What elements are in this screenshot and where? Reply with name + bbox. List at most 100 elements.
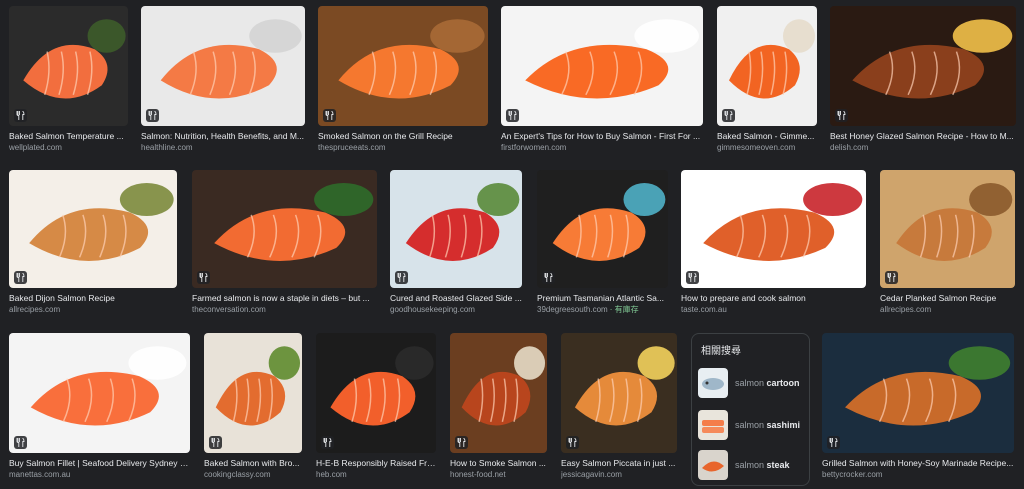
result-source[interactable]: allrecipes.com xyxy=(880,304,1015,315)
result-thumbnail[interactable] xyxy=(204,333,302,453)
result-source[interactable]: firstforwomen.com xyxy=(501,142,703,153)
result-source-domain: thespruceeats.com xyxy=(318,143,386,152)
image-result-card[interactable]: Salmon: Nutrition, Health Benefits, and … xyxy=(141,6,305,153)
salmon-photo xyxy=(537,170,668,288)
result-title[interactable]: Baked Salmon - Gimme... xyxy=(717,131,817,142)
salmon-photo xyxy=(822,333,1014,453)
recipe-icon xyxy=(542,271,555,284)
result-source[interactable]: gimmesomeoven.com xyxy=(717,142,817,153)
result-title[interactable]: Best Honey Glazed Salmon Recipe - How to… xyxy=(830,131,1016,142)
image-result-card[interactable]: Baked Salmon with Bro... cookingclassy.co… xyxy=(204,333,302,480)
result-thumbnail[interactable] xyxy=(390,170,522,288)
result-title[interactable]: Salmon: Nutrition, Health Benefits, and … xyxy=(141,131,305,142)
result-title[interactable]: Buy Salmon Fillet | Seafood Delivery Syd… xyxy=(9,458,190,469)
image-result-card[interactable]: Easy Salmon Piccata in just ... jessicaga… xyxy=(561,333,677,480)
result-thumbnail[interactable] xyxy=(537,170,668,288)
result-source[interactable]: goodhousekeeping.com xyxy=(390,304,522,315)
result-title[interactable]: Cured and Roasted Glazed Side ... xyxy=(390,293,522,304)
result-source[interactable]: healthline.com xyxy=(141,142,305,153)
result-title[interactable]: Grilled Salmon with Honey-Soy Marinade R… xyxy=(822,458,1014,469)
result-title[interactable]: Farmed salmon is now a staple in diets –… xyxy=(192,293,377,304)
image-result-card[interactable]: Smoked Salmon on the Grill Recipe thespru… xyxy=(318,6,488,153)
result-thumbnail[interactable] xyxy=(9,6,128,126)
result-source[interactable]: manettas.com.au xyxy=(9,469,190,480)
related-search-item-steak[interactable]: salmon steak xyxy=(698,450,804,480)
result-source[interactable]: honest-food.net xyxy=(450,469,547,480)
image-result-card[interactable]: Best Honey Glazed Salmon Recipe - How to… xyxy=(830,6,1016,153)
result-title[interactable]: Smoked Salmon on the Grill Recipe xyxy=(318,131,488,142)
result-source-domain: heb.com xyxy=(316,470,347,479)
result-source[interactable]: 39degreesouth.com · 有庫存 xyxy=(537,304,668,315)
image-result-card[interactable]: Baked Salmon - Gimme... gimmesomeoven.com xyxy=(717,6,817,153)
result-title[interactable]: How to prepare and cook salmon xyxy=(681,293,866,304)
result-source[interactable]: thespruceeats.com xyxy=(318,142,488,153)
result-source[interactable]: wellplated.com xyxy=(9,142,128,153)
recipe-icon xyxy=(835,109,848,122)
image-result-card[interactable]: Cedar Planked Salmon Recipe allrecipes.co… xyxy=(880,170,1015,315)
recipe-icon xyxy=(14,436,27,449)
result-thumbnail[interactable] xyxy=(318,6,488,126)
image-result-card[interactable]: Buy Salmon Fillet | Seafood Delivery Syd… xyxy=(9,333,190,480)
result-title[interactable]: Easy Salmon Piccata in just ... xyxy=(561,458,677,469)
recipe-icon xyxy=(146,109,159,122)
result-title[interactable]: Baked Salmon with Bro... xyxy=(204,458,302,469)
salmon-photo xyxy=(681,170,866,288)
related-searches-panel: 相關搜尋 salmon cartoon salmon sashimi salmo… xyxy=(691,333,810,486)
related-thumb xyxy=(698,410,728,440)
result-thumbnail[interactable] xyxy=(717,6,817,126)
result-title[interactable]: Premium Tasmanian Atlantic Sa... xyxy=(537,293,668,304)
result-source[interactable]: delish.com xyxy=(830,142,1016,153)
salmon-photo xyxy=(717,6,817,126)
image-result-card[interactable]: Grilled Salmon with Honey-Soy Marinade R… xyxy=(822,333,1014,480)
image-result-card[interactable]: How to Smoke Salmon ... honest-food.net xyxy=(450,333,547,480)
salmon-photo xyxy=(316,333,436,453)
result-thumbnail[interactable] xyxy=(192,170,377,288)
image-result-card[interactable]: An Expert's Tips for How to Buy Salmon -… xyxy=(501,6,703,153)
result-thumbnail[interactable] xyxy=(9,333,190,453)
result-source-domain: allrecipes.com xyxy=(9,305,61,314)
image-result-card[interactable]: How to prepare and cook salmon taste.com.… xyxy=(681,170,866,315)
related-prefix: salmon xyxy=(735,378,765,388)
result-source-domain: cookingclassy.com xyxy=(204,470,271,479)
result-source-domain: taste.com.au xyxy=(681,305,727,314)
related-search-item-cartoon[interactable]: salmon cartoon xyxy=(698,368,804,398)
related-searches-title: 相關搜尋 xyxy=(701,346,741,357)
result-source-domain: bettycrocker.com xyxy=(822,470,883,479)
result-thumbnail[interactable] xyxy=(9,170,177,288)
result-thumbnail[interactable] xyxy=(822,333,1014,453)
result-source-domain: healthline.com xyxy=(141,143,193,152)
result-source[interactable]: jessicagavin.com xyxy=(561,469,677,480)
result-thumbnail[interactable] xyxy=(681,170,866,288)
result-title[interactable]: Baked Dijon Salmon Recipe xyxy=(9,293,177,304)
result-thumbnail[interactable] xyxy=(561,333,677,453)
related-search-item-sashimi[interactable]: salmon sashimi xyxy=(698,410,804,440)
result-source[interactable]: taste.com.au xyxy=(681,304,866,315)
result-title[interactable]: Cedar Planked Salmon Recipe xyxy=(880,293,1015,304)
result-thumbnail[interactable] xyxy=(450,333,547,453)
result-source[interactable]: bettycrocker.com xyxy=(822,469,1014,480)
result-source[interactable]: theconversation.com xyxy=(192,304,377,315)
result-thumbnail[interactable] xyxy=(830,6,1016,126)
image-result-card[interactable]: Farmed salmon is now a staple in diets –… xyxy=(192,170,377,315)
image-result-card[interactable]: H-E-B Responsibly Raised Fre... heb.com xyxy=(316,333,436,480)
result-thumbnail[interactable] xyxy=(501,6,703,126)
image-result-card[interactable]: Cured and Roasted Glazed Side ... goodhou… xyxy=(390,170,522,315)
result-title[interactable]: Baked Salmon Temperature ... xyxy=(9,131,128,142)
result-title[interactable]: H-E-B Responsibly Raised Fre... xyxy=(316,458,436,469)
result-thumbnail[interactable] xyxy=(141,6,305,126)
image-result-card[interactable]: Baked Dijon Salmon Recipe allrecipes.com xyxy=(9,170,177,315)
result-source-domain: manettas.com.au xyxy=(9,470,71,479)
recipe-icon xyxy=(395,271,408,284)
image-result-card[interactable]: Premium Tasmanian Atlantic Sa... 39degree… xyxy=(537,170,668,315)
recipe-icon xyxy=(197,271,210,284)
result-source[interactable]: allrecipes.com xyxy=(9,304,177,315)
result-source[interactable]: heb.com xyxy=(316,469,436,480)
related-term: steak xyxy=(766,460,790,470)
salmon-photo xyxy=(561,333,677,453)
image-result-card[interactable]: Baked Salmon Temperature ... wellplated.c… xyxy=(9,6,128,153)
result-title[interactable]: An Expert's Tips for How to Buy Salmon -… xyxy=(501,131,703,142)
result-thumbnail[interactable] xyxy=(880,170,1015,288)
result-thumbnail[interactable] xyxy=(316,333,436,453)
result-source[interactable]: cookingclassy.com xyxy=(204,469,302,480)
result-title[interactable]: How to Smoke Salmon ... xyxy=(450,458,547,469)
